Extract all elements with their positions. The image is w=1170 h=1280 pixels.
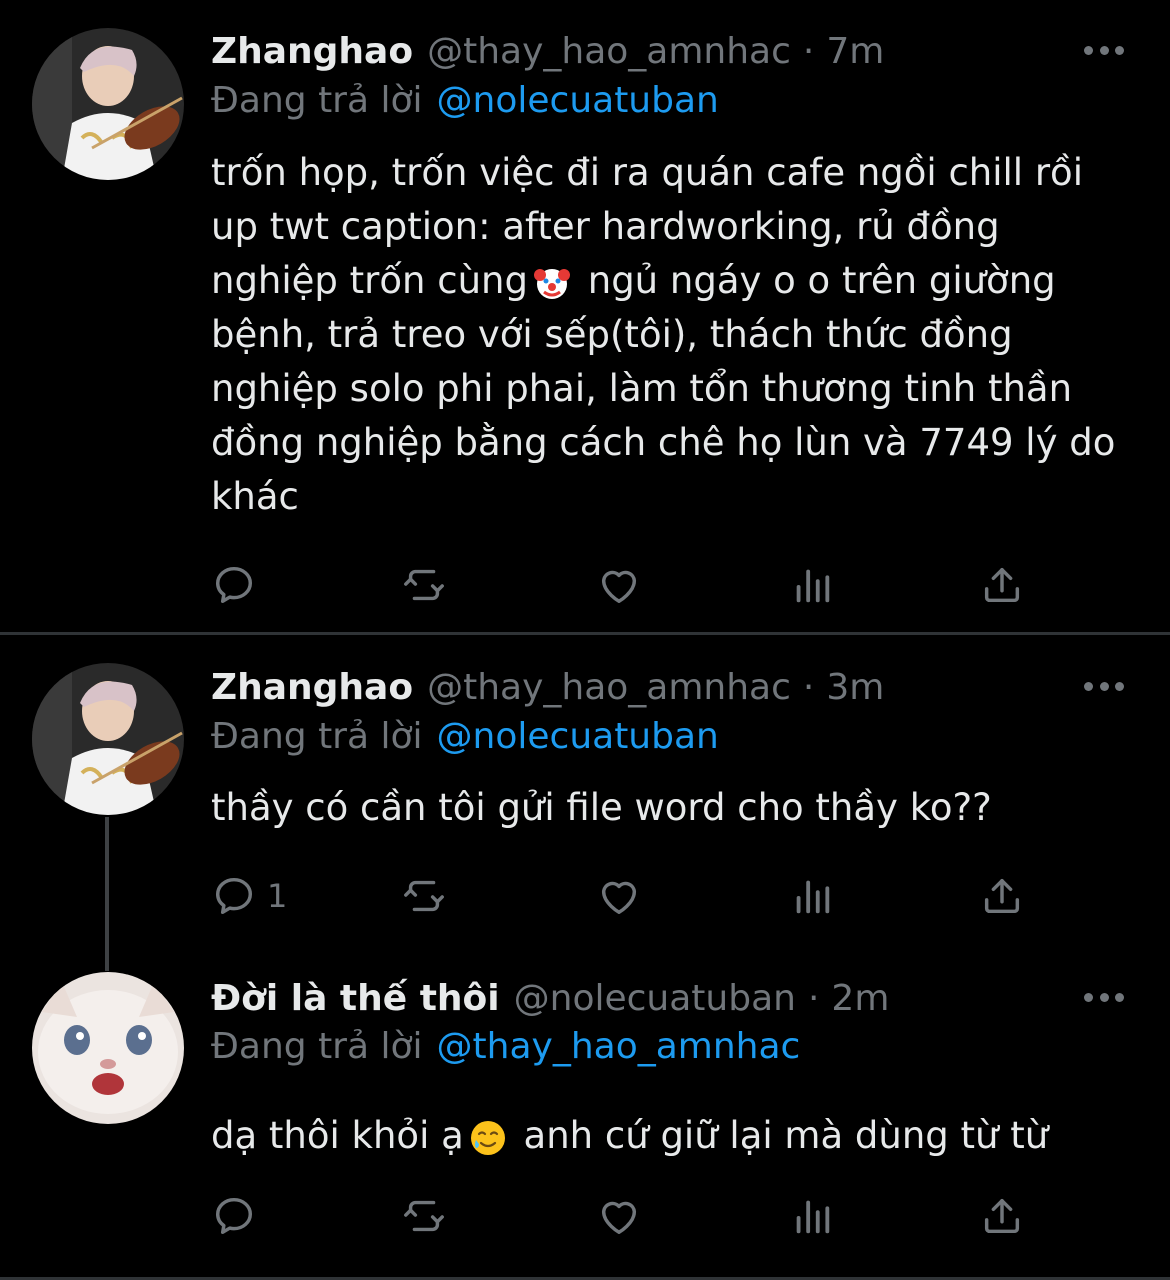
display-name[interactable]: Zhanghao [211, 31, 413, 72]
user-handle[interactable]: @thay_hao_amnhac [427, 667, 791, 708]
reply-icon [215, 566, 253, 604]
retweet-icon [404, 569, 444, 601]
clown-face-icon [533, 268, 570, 299]
retweet-icon [404, 880, 444, 912]
timestamp[interactable]: 2m [831, 978, 889, 1019]
replying-label: Đang trả lời [211, 1026, 423, 1067]
avatar-nolecuatuban[interactable] [32, 972, 184, 1124]
views-icon [796, 880, 830, 914]
reply-button[interactable] [211, 1191, 267, 1241]
avatar-zhanghao[interactable] [32, 663, 184, 815]
reply-button[interactable] [211, 560, 267, 610]
replying-to: Đang trả lời @nolecuatuban [211, 716, 719, 757]
smiling-face-with-tear-icon [470, 1120, 505, 1155]
replying-label: Đang trả lời [211, 716, 423, 757]
views-icon [796, 569, 830, 603]
tweet-1[interactable]: Zhanghao @thay_hao_amnhac · 7m Đang trả … [0, 0, 1170, 634]
share-button[interactable] [979, 871, 1025, 921]
avatar-zhanghao[interactable] [32, 28, 184, 180]
share-icon [984, 567, 1020, 603]
like-icon [601, 881, 637, 915]
share-button[interactable] [979, 560, 1025, 610]
retweet-button[interactable] [401, 560, 447, 610]
replying-label: Đang trả lời [211, 80, 423, 121]
thread-connector [105, 817, 109, 971]
timestamp[interactable]: 3m [826, 667, 884, 708]
views-button[interactable] [789, 1191, 835, 1241]
reply-icon [215, 1197, 253, 1235]
retweet-button[interactable] [401, 1191, 447, 1241]
views-button[interactable] [789, 871, 835, 921]
reply-count: 1 [267, 877, 288, 915]
like-button[interactable] [596, 1191, 642, 1241]
timestamp[interactable]: 7m [826, 31, 884, 72]
replying-to: Đang trả lời @thay_hao_amnhac [211, 1026, 800, 1067]
display-name[interactable]: Zhanghao [211, 667, 413, 708]
reply-button[interactable]: 1 [211, 871, 287, 921]
user-handle[interactable]: @thay_hao_amnhac [427, 31, 791, 72]
replying-to: Đang trả lời @nolecuatuban [211, 80, 719, 121]
like-button[interactable] [596, 871, 642, 921]
tweet-text-part2: anh cứ giữ lại mà dùng từ từ [511, 1114, 1049, 1157]
tweet-text: dạ thôi khỏi ạ anh cứ giữ lại mà dùng từ… [211, 1109, 1131, 1163]
tweet-2[interactable]: Zhanghao @thay_hao_amnhac · 3m Đang trả … [0, 635, 1170, 971]
share-icon [984, 878, 1020, 914]
tweet-text-part1: dạ thôi khỏi ạ [211, 1114, 464, 1157]
tweet-text: trốn họp, trốn việc đi ra quán cafe ngồi… [211, 146, 1131, 524]
more-icon[interactable] [1084, 682, 1124, 694]
mention-link[interactable]: @nolecuatuban [437, 80, 719, 121]
display-name[interactable]: Đời là thế thôi [211, 978, 500, 1019]
like-icon [601, 570, 637, 604]
more-icon[interactable] [1084, 993, 1124, 1005]
mention-link[interactable]: @nolecuatuban [437, 716, 719, 757]
like-button[interactable] [596, 560, 642, 610]
tweet-header: Zhanghao @thay_hao_amnhac · 3m [211, 662, 1060, 712]
action-bar [211, 1191, 1041, 1241]
share-icon [984, 1198, 1020, 1234]
user-handle[interactable]: @nolecuatuban [514, 978, 796, 1019]
mention-link[interactable]: @thay_hao_amnhac [437, 1026, 801, 1067]
tweet-header: Zhanghao @thay_hao_amnhac · 7m [211, 26, 1060, 76]
separator: · [802, 666, 815, 708]
separator: · [807, 977, 820, 1019]
retweet-icon [404, 1200, 444, 1232]
tweet-header: Đời là thế thôi @nolecuatuban · 2m [211, 973, 1060, 1023]
views-button[interactable] [789, 560, 835, 610]
retweet-button[interactable] [401, 871, 447, 921]
like-icon [601, 1201, 637, 1235]
tweet-text: thầy có cần tôi gửi file word cho thầy k… [211, 786, 992, 829]
more-icon[interactable] [1084, 46, 1124, 58]
tweet-3[interactable]: Đời là thế thôi @nolecuatuban · 2m Đang … [0, 971, 1170, 1280]
action-bar: 1 [211, 871, 1041, 921]
separator: · [802, 30, 815, 72]
share-button[interactable] [979, 1191, 1025, 1241]
reply-icon [215, 877, 253, 915]
views-icon [796, 1200, 830, 1234]
action-bar [211, 560, 1041, 610]
